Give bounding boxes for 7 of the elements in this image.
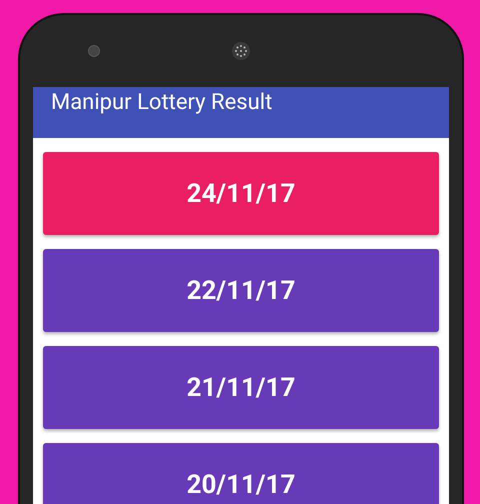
result-date-button[interactable]: 22/11/17 [43,249,439,332]
speaker-icon [232,42,250,60]
camera-icon [88,45,100,57]
result-date-button[interactable]: 20/11/17 [43,443,439,504]
result-date-button[interactable]: 24/11/17 [43,152,439,235]
result-date-button[interactable]: 21/11/17 [43,346,439,429]
app-title: Manipur Lottery Result [51,90,272,115]
